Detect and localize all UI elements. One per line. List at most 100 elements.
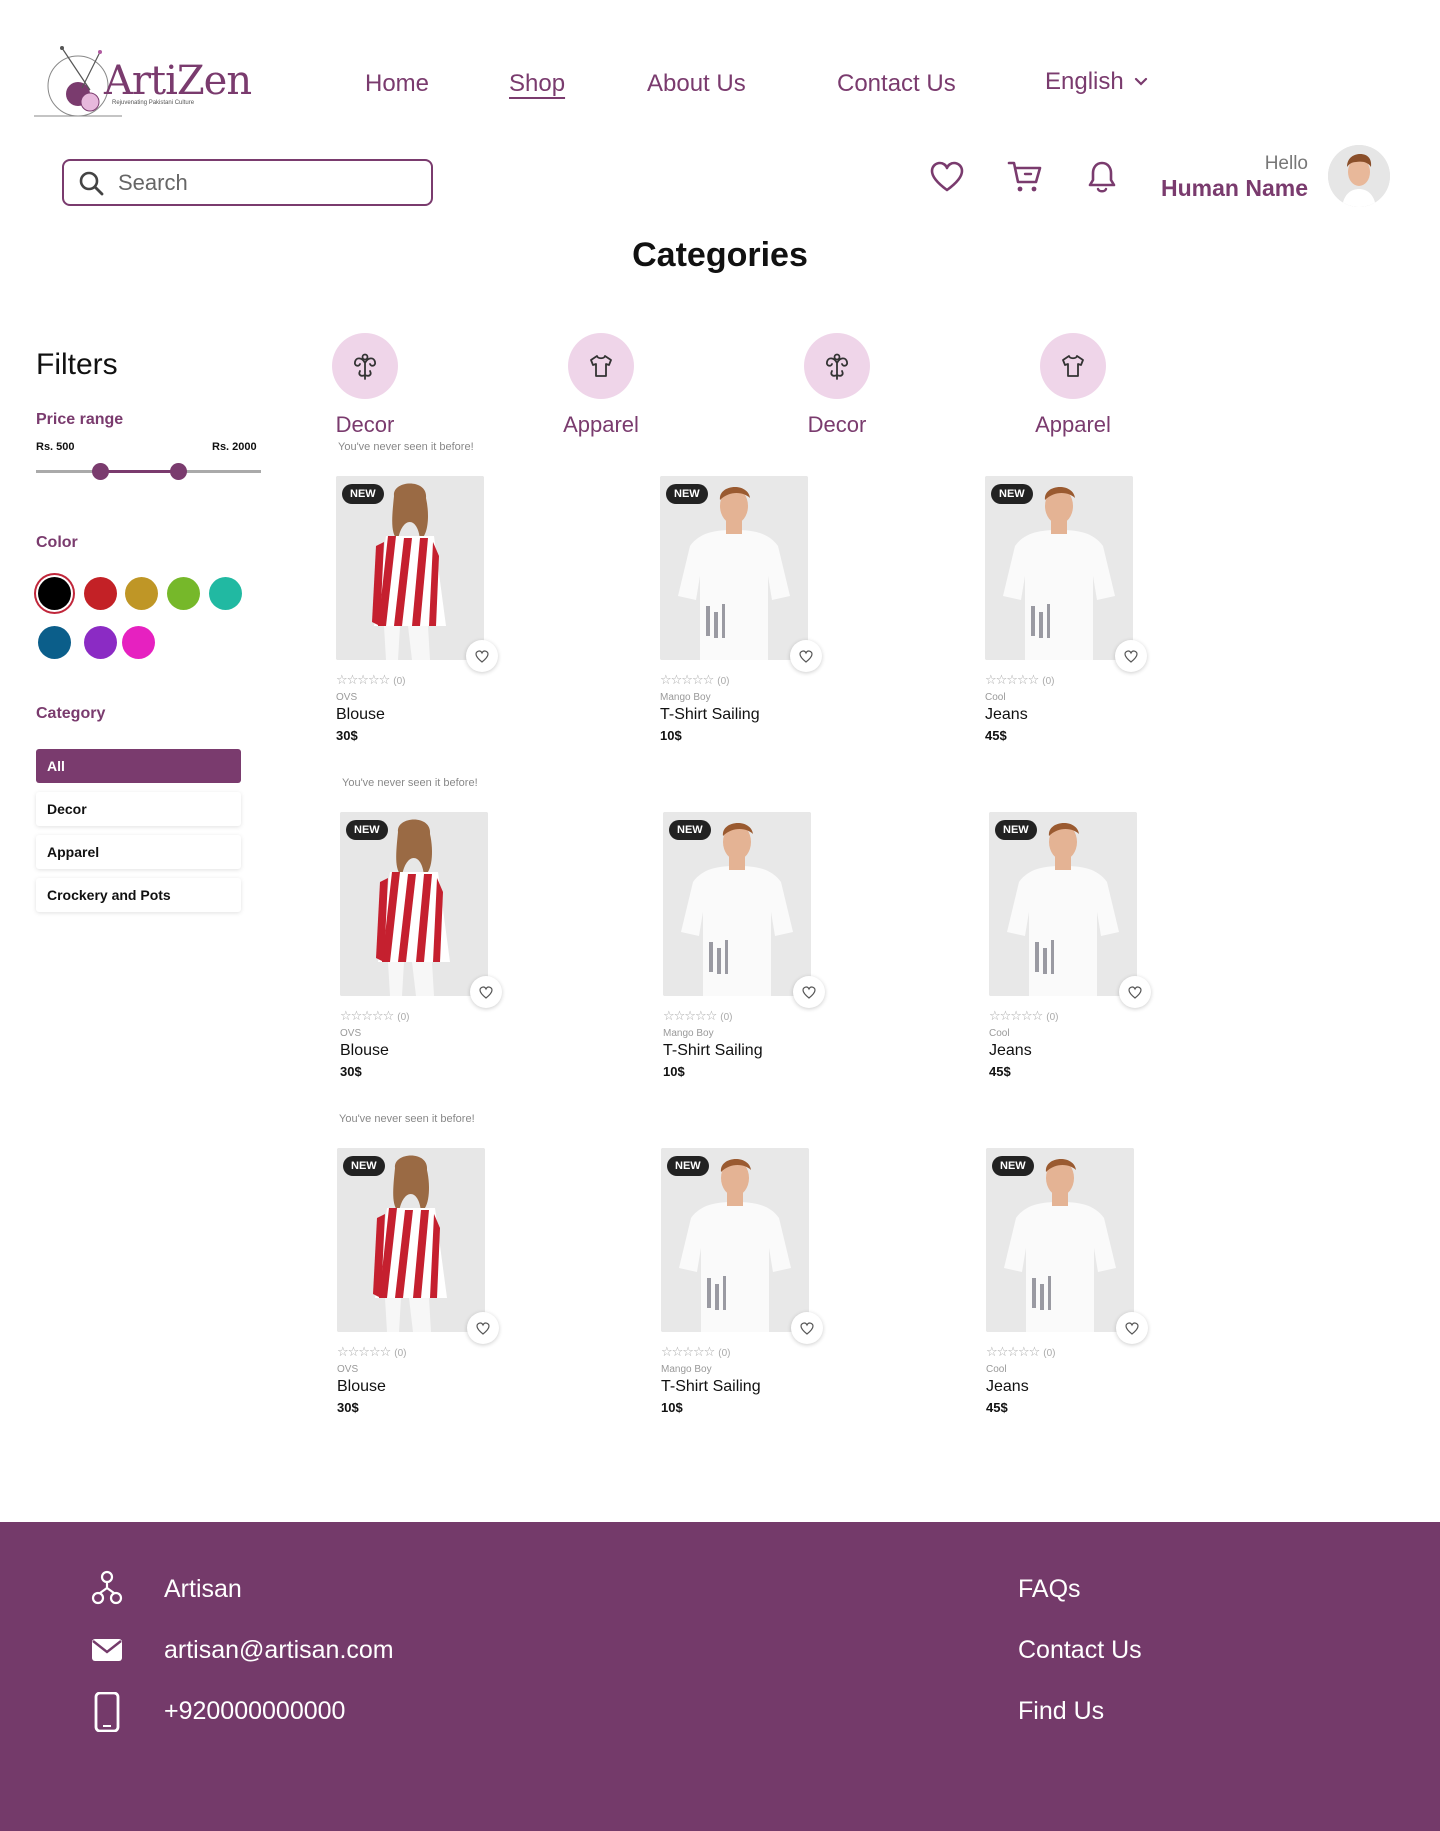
category-filter-decor[interactable]: Decor (36, 792, 241, 826)
color-swatch-black[interactable] (38, 577, 71, 610)
add-to-wishlist-button[interactable] (1115, 640, 1147, 672)
color-swatch-magenta[interactable] (122, 626, 155, 659)
product-name[interactable]: Jeans (985, 706, 1028, 724)
cart-button[interactable] (1005, 157, 1045, 197)
color-swatch-green[interactable] (167, 577, 200, 610)
product-brand: Cool (985, 692, 1006, 703)
color-swatch-red[interactable] (84, 577, 117, 610)
add-to-wishlist-button[interactable] (793, 976, 825, 1008)
category-apparel-1[interactable] (568, 333, 634, 399)
footer-link-faqs[interactable]: FAQs (1018, 1575, 1081, 1604)
color-swatch-blue[interactable] (38, 626, 71, 659)
product-name[interactable]: Blouse (340, 1042, 389, 1060)
price-slider-max-handle[interactable] (170, 463, 187, 480)
product-name[interactable]: T-Shirt Sailing (661, 1378, 761, 1396)
category-label-apparel-1[interactable]: Apparel (531, 412, 671, 438)
category-filter-apparel[interactable]: Apparel (36, 835, 241, 869)
product-price: 10$ (663, 1064, 685, 1079)
category-label-decor-2[interactable]: Decor (767, 412, 907, 438)
add-to-wishlist-button[interactable] (791, 1312, 823, 1344)
color-swatch-purple[interactable] (84, 626, 117, 659)
nav-shop[interactable]: Shop (509, 70, 565, 98)
product-card[interactable]: NEW ☆☆☆☆☆ (0) Cool Jeans 45$ (986, 1148, 1186, 1418)
heart-icon (800, 1321, 814, 1335)
product-price: 30$ (340, 1064, 362, 1079)
category-label-apparel-2[interactable]: Apparel (1003, 412, 1143, 438)
category-decor-1[interactable] (332, 333, 398, 399)
product-price: 45$ (985, 728, 1007, 743)
add-to-wishlist-button[interactable] (1116, 1312, 1148, 1344)
language-select[interactable]: English (1045, 68, 1148, 96)
product-price: 45$ (989, 1064, 1011, 1079)
product-card[interactable]: NEW ☆☆☆☆☆ (0) OVS Blouse 30$ (336, 476, 536, 746)
product-price: 30$ (337, 1400, 359, 1415)
rating-stars: ☆☆☆☆☆ (0) (336, 672, 406, 688)
category-filter-all[interactable]: All (36, 749, 241, 783)
heart-icon (930, 161, 964, 192)
product-name[interactable]: T-Shirt Sailing (663, 1042, 763, 1060)
add-to-wishlist-button[interactable] (467, 1312, 499, 1344)
product-name[interactable]: Blouse (337, 1378, 386, 1396)
search-input[interactable] (118, 169, 378, 196)
product-card[interactable]: NEW ☆☆☆☆☆ (0) Mango Boy T-Shirt Sailing 10$ (661, 1148, 861, 1418)
search-icon (79, 171, 104, 195)
avatar[interactable] (1328, 145, 1390, 207)
review-count: (0) (1046, 1012, 1059, 1023)
new-badge: NEW (992, 1156, 1034, 1176)
nav-contact-us[interactable]: Contact Us (837, 70, 956, 98)
category-apparel-2[interactable] (1040, 333, 1106, 399)
product-card[interactable]: NEW ☆☆☆☆☆ (0) Cool Jeans 45$ (985, 476, 1185, 746)
color-swatch-gold[interactable] (125, 577, 158, 610)
review-count: (0) (394, 1348, 407, 1359)
price-slider-fill (100, 470, 178, 473)
cart-icon (1007, 161, 1042, 192)
product-card[interactable]: NEW ☆☆☆☆☆ (0) Mango Boy T-Shirt Sailing 10$ (663, 812, 863, 1082)
price-slider-min-handle[interactable] (92, 463, 109, 480)
heart-icon (476, 1321, 490, 1335)
product-name[interactable]: Blouse (336, 706, 385, 724)
review-count: (0) (1042, 676, 1055, 687)
add-to-wishlist-button[interactable] (790, 640, 822, 672)
product-card[interactable]: NEW ☆☆☆☆☆ (0) OVS Blouse 30$ (340, 812, 540, 1082)
product-card[interactable]: NEW ☆☆☆☆☆ (0) Mango Boy T-Shirt Sailing 10$ (660, 476, 860, 746)
product-name[interactable]: T-Shirt Sailing (660, 706, 760, 724)
review-count: (0) (718, 1348, 731, 1359)
new-badge: NEW (995, 820, 1037, 840)
wishlist-button[interactable] (927, 157, 967, 197)
language-label: English (1045, 68, 1124, 95)
star-icons: ☆☆☆☆☆ (986, 1344, 1040, 1359)
avatar-photo (1328, 145, 1390, 207)
product-card[interactable]: NEW ☆☆☆☆☆ (0) Cool Jeans 45$ (989, 812, 1189, 1082)
product-card[interactable]: NEW ☆☆☆☆☆ (0) OVS Blouse 30$ (337, 1148, 537, 1418)
nav-about-us[interactable]: About Us (647, 70, 746, 98)
footer: Artisan artisan@artisan.com +92000000000… (0, 1522, 1440, 1831)
product-name[interactable]: Jeans (989, 1042, 1032, 1060)
chevron-down-icon (1134, 77, 1147, 86)
heart-icon (475, 649, 489, 663)
add-to-wishlist-button[interactable] (466, 640, 498, 672)
color-label: Color (36, 534, 78, 551)
category-decor-2[interactable] (804, 333, 870, 399)
search-bar[interactable] (62, 159, 433, 206)
category-label-decor-1[interactable]: Decor (295, 412, 435, 438)
footer-phone[interactable]: +920000000000 (164, 1697, 345, 1726)
footer-link-contact-us[interactable]: Contact Us (1018, 1636, 1142, 1665)
row-tagline: You've never seen it before! (338, 441, 474, 453)
user-name[interactable]: Human Name (1100, 175, 1308, 202)
category-filter-crockery[interactable]: Crockery and Pots (36, 878, 241, 912)
add-to-wishlist-button[interactable] (470, 976, 502, 1008)
rating-stars: ☆☆☆☆☆ (0) (986, 1344, 1056, 1360)
footer-email[interactable]: artisan@artisan.com (164, 1636, 394, 1665)
star-icons: ☆☆☆☆☆ (660, 672, 714, 687)
nav-home[interactable]: Home (365, 70, 429, 98)
footer-link-find-us[interactable]: Find Us (1018, 1697, 1104, 1726)
color-swatch-teal[interactable] (209, 577, 242, 610)
row-tagline: You've never seen it before! (339, 1113, 475, 1125)
footer-artisan: Artisan (164, 1575, 242, 1603)
logo-wordmark: ArtiZen (104, 58, 252, 104)
product-brand: Cool (986, 1364, 1007, 1375)
add-to-wishlist-button[interactable] (1119, 976, 1151, 1008)
product-name[interactable]: Jeans (986, 1378, 1029, 1396)
product-price: 10$ (660, 728, 682, 743)
product-price: 30$ (336, 728, 358, 743)
